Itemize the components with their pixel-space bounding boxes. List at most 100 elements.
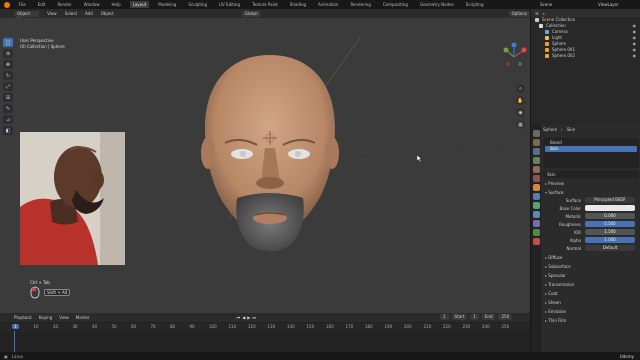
constraints-tab-icon[interactable] xyxy=(532,220,540,227)
scene-tab-icon[interactable] xyxy=(532,166,540,173)
timeline-menu-playback[interactable]: Playback xyxy=(14,315,32,320)
outliner-search-icon[interactable]: ⌕ xyxy=(543,11,545,16)
blender-logo-icon[interactable] xyxy=(4,1,10,8)
shader-panel[interactable]: Diffuse xyxy=(543,254,639,261)
shader-field-value[interactable]: 1.500 xyxy=(585,229,635,235)
transform-tool-icon[interactable]: ⊞ xyxy=(3,93,13,102)
end-frame-field[interactable]: 250 xyxy=(498,314,513,320)
particles-tab-icon[interactable] xyxy=(532,202,540,209)
view-layer-tab-icon[interactable] xyxy=(532,157,540,164)
current-frame-indicator[interactable]: 1 xyxy=(12,324,19,329)
object-tab-icon[interactable] xyxy=(532,184,540,191)
playback-controls-icon[interactable]: ⏮◀▶⏭ xyxy=(237,315,258,320)
world-tab-icon[interactable] xyxy=(532,175,540,182)
workspace-tab-sculpting[interactable]: Sculpting xyxy=(185,1,210,8)
viewport-menu-object[interactable]: Object xyxy=(101,11,114,16)
output-tab-icon[interactable] xyxy=(532,148,540,155)
timeline-tick-label: 150 xyxy=(306,324,315,329)
current-frame-field[interactable]: 1 xyxy=(440,314,449,320)
shader-field-value[interactable]: 0.000 xyxy=(585,213,635,219)
options-button[interactable]: Options xyxy=(508,10,530,17)
menu-window[interactable]: Window xyxy=(81,1,103,8)
shader-panel[interactable]: Sheen xyxy=(543,299,639,306)
timeline-menu-view[interactable]: View xyxy=(59,315,69,320)
timeline-menu-keying[interactable]: Keying xyxy=(39,315,52,320)
surface-shader-field[interactable]: Principled BSDF xyxy=(585,197,635,203)
object-type-icon xyxy=(545,42,549,46)
workspace-tab-animation[interactable]: Animation xyxy=(315,1,341,8)
head-sculpt[interactable] xyxy=(195,53,345,268)
mouse-icon xyxy=(30,286,40,299)
workspace-tab-texture-paint[interactable]: Texture Paint xyxy=(249,1,281,8)
zoom-icon[interactable]: ⌕ xyxy=(516,84,525,93)
shader-field-value[interactable]: Default xyxy=(585,245,635,251)
view-layer-selector[interactable]: ViewLayer xyxy=(598,2,619,7)
timeline-ruler[interactable]: 0102030405060708090100110120130140150160… xyxy=(0,323,530,331)
menu-help[interactable]: Help xyxy=(108,1,123,8)
shader-field-value[interactable]: 1.000 xyxy=(585,237,635,243)
shader-field-label: Normal xyxy=(566,246,581,251)
mode-selector[interactable]: Object Mode xyxy=(14,10,40,22)
grid-view-icon[interactable]: ▦ xyxy=(516,120,525,129)
orientation-selector[interactable]: Global xyxy=(241,10,261,17)
add-cube-tool-icon[interactable]: ◧ xyxy=(3,126,13,135)
outliner[interactable]: ☰ ⌕ Scene Collection Collection ◉ Camera… xyxy=(530,9,640,124)
outliner-item[interactable]: Sphere.002 ◉ xyxy=(531,53,640,59)
outliner-type-icon[interactable]: ☰ xyxy=(535,11,539,16)
pan-hand-icon[interactable]: ✋ xyxy=(516,96,525,105)
material-name-field[interactable]: Skin xyxy=(547,172,556,177)
select-box-tool-icon[interactable]: ▢ xyxy=(3,38,13,47)
key-combo-primary: Ctrl + Tab xyxy=(30,280,50,285)
workspace-tab-modeling[interactable]: Modeling xyxy=(155,1,179,8)
workspace-tab-shading[interactable]: Shading xyxy=(287,1,309,8)
properties-editor[interactable]: Sphere › Skin Beard Skin Skin Preview Su… xyxy=(530,124,640,352)
shader-panel[interactable]: Coat xyxy=(543,290,639,297)
shader-panel[interactable]: Subsurface xyxy=(543,263,639,270)
scene-selector[interactable]: Scene xyxy=(540,2,552,7)
workspace-tab-geometry-nodes[interactable]: Geometry Nodes xyxy=(417,1,457,8)
workspace-tab-uv-editing[interactable]: UV Editing xyxy=(216,1,243,8)
menu-render[interactable]: Render xyxy=(54,1,74,8)
workspace-tab-rendering[interactable]: Rendering xyxy=(347,1,373,8)
viewport-menu-select[interactable]: Select xyxy=(65,11,77,16)
data-tab-icon[interactable] xyxy=(532,229,540,236)
timeline-tick-label: 250 xyxy=(501,324,510,329)
menu-edit[interactable]: Edit xyxy=(35,1,49,8)
shader-panel[interactable]: Specular xyxy=(543,272,639,279)
tool-tab-icon[interactable] xyxy=(532,130,540,137)
workspace-tab-compositing[interactable]: Compositing xyxy=(380,1,411,8)
navigation-gizmo[interactable] xyxy=(500,42,528,72)
surface-shader-row: Surface Principled BSDF xyxy=(543,197,639,204)
viewport-menu-view[interactable]: View xyxy=(47,11,57,16)
workspace-tab-scripting[interactable]: Scripting xyxy=(463,1,487,8)
viewport-menu-add[interactable]: Add xyxy=(85,11,93,16)
shader-field-value[interactable]: 0.500 xyxy=(585,221,635,227)
render-tab-icon[interactable] xyxy=(532,139,540,146)
physics-tab-icon[interactable] xyxy=(532,211,540,218)
timeline-menu-marker[interactable]: Marker xyxy=(76,315,90,320)
3d-viewport[interactable]: ▢ ⊕ ✥ ↻ ⤢ ⊞ ✎ ⊿ ◧ User Perspective (0) C… xyxy=(0,18,530,313)
material-selector[interactable]: Skin xyxy=(543,171,639,178)
visibility-eye-icon[interactable]: ◉ xyxy=(633,53,637,59)
measure-tool-icon[interactable]: ⊿ xyxy=(3,115,13,124)
shader-panel[interactable]: Thin Film xyxy=(543,317,639,324)
watermark: Udemy xyxy=(619,353,634,359)
material-tab-icon[interactable] xyxy=(532,238,540,245)
material-slot-skin[interactable]: Skin xyxy=(545,146,637,152)
shader-field-value[interactable] xyxy=(585,205,635,211)
shader-panel[interactable]: Transmission xyxy=(543,281,639,288)
menu-file[interactable]: File xyxy=(16,1,29,8)
panel-surface[interactable]: Surface xyxy=(543,189,639,196)
rotate-tool-icon[interactable]: ↻ xyxy=(3,71,13,80)
modifier-tab-icon[interactable] xyxy=(532,193,540,200)
annotate-tool-icon[interactable]: ✎ xyxy=(3,104,13,113)
scale-tool-icon[interactable]: ⤢ xyxy=(3,82,13,91)
shader-panel[interactable]: Emission xyxy=(543,308,639,315)
move-tool-icon[interactable]: ✥ xyxy=(3,60,13,69)
camera-view-icon[interactable]: ◉ xyxy=(516,108,525,117)
start-frame-field[interactable]: 1 xyxy=(470,314,479,320)
cursor-tool-icon[interactable]: ⊕ xyxy=(3,49,13,58)
panel-preview[interactable]: Preview xyxy=(543,180,639,187)
material-slot-list[interactable]: Beard Skin xyxy=(543,138,639,168)
workspace-tab-layout[interactable]: Layout xyxy=(129,1,150,8)
